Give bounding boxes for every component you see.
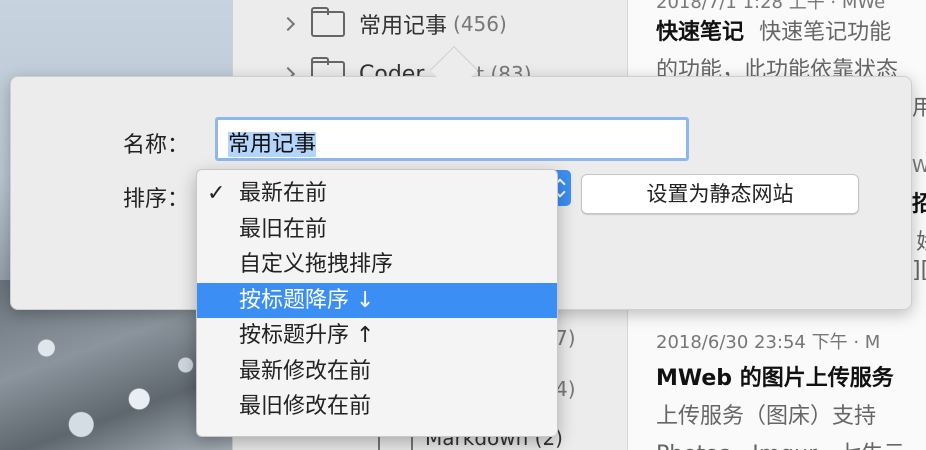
menu-item-modified-newest-first[interactable]: 最新修改在前: [197, 354, 557, 390]
folder-name: 常用记事: [359, 14, 448, 39]
menu-item-title-descending[interactable]: 按标题降序 ↓: [197, 282, 557, 318]
note-snippet: Photos、Imgur、七牛云: [656, 436, 905, 450]
folder-count: (456): [453, 12, 507, 36]
folder-name-input[interactable]: 常用记事: [215, 117, 689, 161]
menu-item-custom-drag-sort[interactable]: 自定义拖拽排序: [197, 247, 557, 283]
chevron-right-icon[interactable]: [280, 16, 296, 32]
note-item[interactable]: 快速笔记 快速笔记功能 的功能，此功能依靠状态: [656, 14, 898, 84]
folder-icon: [311, 7, 345, 37]
menu-item-label: 最旧在前: [239, 216, 328, 242]
menu-item-label: 最旧修改在前: [239, 394, 372, 419]
menu-item-newest-first[interactable]: ✓ 最新在前: [197, 176, 557, 212]
selected-text: 常用记事: [228, 132, 317, 157]
folder-count: 4): [555, 377, 576, 401]
note-title: 快速笔记: [656, 20, 745, 45]
note-title: 招: [912, 192, 926, 217]
menu-item-label: 按标题降序 ↓: [239, 287, 375, 313]
note-date: 2018/6/30 23:54 下午 · M: [656, 332, 881, 353]
menu-item-label: 最新修改在前: [239, 358, 372, 384]
note-snippet: 娇: [916, 224, 926, 256]
note-item[interactable]: 2018/7/1 1:28 上午 · MWe: [656, 0, 885, 14]
note-snippet: 上传服务（图床）支持: [656, 404, 877, 429]
note-date: We: [912, 156, 926, 177]
sort-dropdown-menu: ✓ 最新在前 最旧在前 自定义拖拽排序 按标题降序 ↓ 按标题升序 ↑ 最新修改…: [196, 169, 558, 437]
set-static-site-button[interactable]: 设置为静态网站: [581, 174, 859, 214]
menu-item-title-ascending[interactable]: 按标题升序 ↑: [197, 318, 557, 354]
note-item[interactable]: 2018/6/30 23:54 下午 · M MWeb 的图片上传服务 上传服务…: [656, 328, 905, 450]
menu-item-label: 按标题升序 ↑: [239, 323, 375, 348]
note-snippet: ][: [912, 258, 926, 283]
note-date: 2018/7/1 1:28 上午 · MWe: [656, 0, 886, 13]
name-label: 名称：: [123, 133, 190, 158]
note-snippet: 用: [912, 96, 926, 121]
folder-count: 7): [555, 326, 576, 350]
note-title: MWeb 的图片上传服务: [656, 366, 894, 391]
folder-row[interactable]: 常用记事 (456): [233, 6, 627, 42]
sort-label: 排序：: [123, 187, 190, 212]
menu-item-label: 最新在前: [239, 181, 328, 206]
menu-item-label: 自定义拖拽排序: [239, 252, 394, 277]
note-snippet: 快速笔记功能: [759, 20, 892, 45]
menu-item-oldest-first[interactable]: 最旧在前: [197, 212, 557, 248]
menu-item-modified-oldest-first[interactable]: 最旧修改在前: [197, 389, 557, 425]
checkmark-icon: ✓: [207, 181, 226, 206]
